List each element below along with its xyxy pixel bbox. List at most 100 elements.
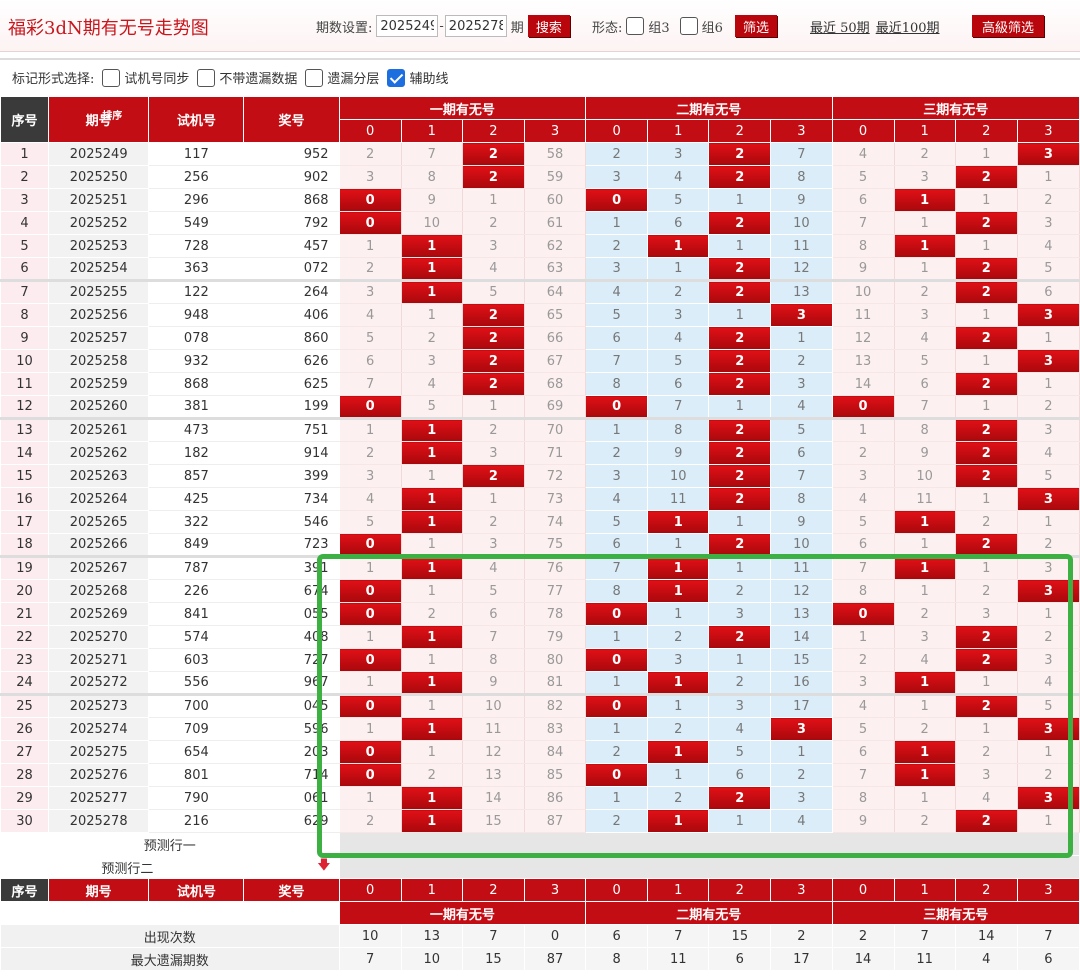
trend-cell[interactable]: 1 [400, 671, 463, 696]
trend-cell[interactable]: 4 [338, 487, 402, 511]
trend-cell[interactable]: 73 [523, 487, 587, 511]
trend-cell[interactable]: 1 [400, 464, 463, 488]
trend-cell[interactable]: 0 [338, 579, 402, 603]
trend-cell[interactable]: 1 [400, 809, 463, 833]
trend-cell[interactable]: 1 [708, 648, 772, 672]
trend-cell[interactable]: 80 [523, 648, 587, 672]
trend-cell[interactable]: 2 [1016, 763, 1080, 787]
trend-cell[interactable]: 9 [770, 510, 833, 534]
trend-cell[interactable]: 1 [400, 280, 463, 304]
trend-cell[interactable]: 2 [708, 165, 772, 189]
trend-cell[interactable]: 6 [831, 533, 895, 558]
trend-cell[interactable]: 3 [1016, 142, 1080, 166]
trend-cell[interactable]: 5 [400, 395, 463, 420]
trend-cell[interactable]: 2 [461, 326, 525, 350]
trend-cell[interactable]: 8 [647, 418, 710, 442]
trend-cell[interactable]: 3 [338, 464, 402, 488]
trend-cell[interactable]: 1 [338, 671, 402, 696]
trend-cell[interactable]: 8 [831, 234, 895, 258]
trend-cell[interactable]: 0 [831, 602, 895, 626]
trend-cell[interactable]: 5 [831, 510, 895, 534]
trend-cell[interactable]: 3 [338, 165, 402, 189]
trend-cell[interactable]: 1 [954, 395, 1018, 420]
trend-cell[interactable]: 5 [831, 165, 895, 189]
trend-cell[interactable]: 2 [708, 326, 772, 350]
trend-cell[interactable]: 8 [461, 648, 525, 672]
trend-cell[interactable]: 0 [585, 188, 649, 212]
trend-cell[interactable]: 3 [1016, 717, 1080, 741]
trend-cell[interactable]: 4 [585, 280, 649, 304]
trend-cell[interactable]: 2 [708, 257, 772, 282]
trend-cell[interactable]: 2 [954, 648, 1018, 672]
trend-cell[interactable]: 2 [461, 165, 525, 189]
trend-cell[interactable]: 5 [647, 349, 710, 373]
trend-cell[interactable]: 2 [708, 349, 772, 373]
period-to-input[interactable] [444, 15, 507, 37]
trend-cell[interactable]: 83 [523, 717, 587, 741]
trend-cell[interactable]: 1 [1016, 510, 1080, 534]
trend-cell[interactable]: 2 [954, 418, 1018, 442]
trend-cell[interactable]: 2 [954, 533, 1018, 558]
trend-cell[interactable]: 17 [770, 694, 833, 718]
trend-cell[interactable]: 1 [954, 717, 1018, 741]
trend-cell[interactable]: 1 [647, 510, 710, 534]
trend-cell[interactable]: 2 [461, 142, 525, 166]
trend-cell[interactable]: 2 [1016, 395, 1080, 420]
trend-cell[interactable]: 1 [1016, 602, 1080, 626]
trend-cell[interactable]: 2 [461, 372, 525, 396]
trend-cell[interactable]: 4 [1016, 671, 1080, 696]
trend-cell[interactable]: 5 [1016, 694, 1080, 718]
trend-cell[interactable]: 1 [893, 579, 956, 603]
trend-cell[interactable]: 3 [893, 165, 956, 189]
trend-cell[interactable]: 9 [461, 671, 525, 696]
trend-cell[interactable]: 2 [400, 763, 463, 787]
trend-cell[interactable]: 0 [831, 395, 895, 420]
trend-cell[interactable]: 4 [338, 303, 402, 327]
trend-cell[interactable]: 5 [461, 579, 525, 603]
trend-cell[interactable]: 8 [585, 372, 649, 396]
trend-cell[interactable]: 7 [831, 763, 895, 787]
trend-cell[interactable]: 58 [523, 142, 587, 166]
trend-cell[interactable]: 12 [770, 579, 833, 603]
trend-cell[interactable]: 3 [893, 303, 956, 327]
trend-cell[interactable]: 3 [1016, 786, 1080, 810]
trend-cell[interactable]: 1 [954, 303, 1018, 327]
trend-cell[interactable]: 7 [585, 556, 649, 580]
trend-cell[interactable]: 2 [954, 165, 1018, 189]
trend-cell[interactable]: 0 [585, 648, 649, 672]
trend-cell[interactable]: 5 [893, 349, 956, 373]
trend-cell[interactable]: 2 [893, 142, 956, 166]
trend-cell[interactable]: 5 [585, 510, 649, 534]
trend-cell[interactable]: 4 [831, 694, 895, 718]
trend-cell[interactable]: 2 [461, 211, 525, 235]
trend-cell[interactable]: 2 [708, 579, 772, 603]
trend-cell[interactable]: 1 [893, 556, 956, 580]
trend-cell[interactable]: 3 [1016, 487, 1080, 511]
trend-cell[interactable]: 1 [708, 395, 772, 420]
trend-cell[interactable]: 13 [770, 602, 833, 626]
trend-cell[interactable]: 2 [954, 694, 1018, 718]
trend-cell[interactable]: 4 [831, 487, 895, 511]
trend-cell[interactable]: 3 [461, 533, 525, 558]
trend-cell[interactable]: 2 [954, 211, 1018, 235]
trend-cell[interactable]: 9 [400, 188, 463, 212]
trend-cell[interactable]: 9 [770, 188, 833, 212]
trend-cell[interactable]: 12 [770, 257, 833, 282]
trend-cell[interactable]: 10 [770, 211, 833, 235]
trend-cell[interactable]: 3 [1016, 303, 1080, 327]
trend-cell[interactable]: 4 [893, 326, 956, 350]
trend-cell[interactable]: 2 [400, 602, 463, 626]
trend-cell[interactable]: 2 [647, 717, 710, 741]
trend-cell[interactable]: 5 [708, 740, 772, 764]
arrow-down-icon[interactable]: 🡇 [243, 855, 340, 879]
trend-cell[interactable]: 71 [523, 441, 587, 465]
trend-cell[interactable]: 2 [831, 648, 895, 672]
trend-cell[interactable]: 1 [1016, 372, 1080, 396]
trend-cell[interactable]: 2 [708, 786, 772, 810]
trend-cell[interactable]: 7 [647, 395, 710, 420]
trend-cell[interactable]: 2 [954, 510, 1018, 534]
trend-cell[interactable]: 2 [1016, 625, 1080, 649]
trend-cell[interactable]: 4 [400, 372, 463, 396]
trend-cell[interactable]: 1 [338, 234, 402, 258]
trend-cell[interactable]: 2 [893, 809, 956, 833]
